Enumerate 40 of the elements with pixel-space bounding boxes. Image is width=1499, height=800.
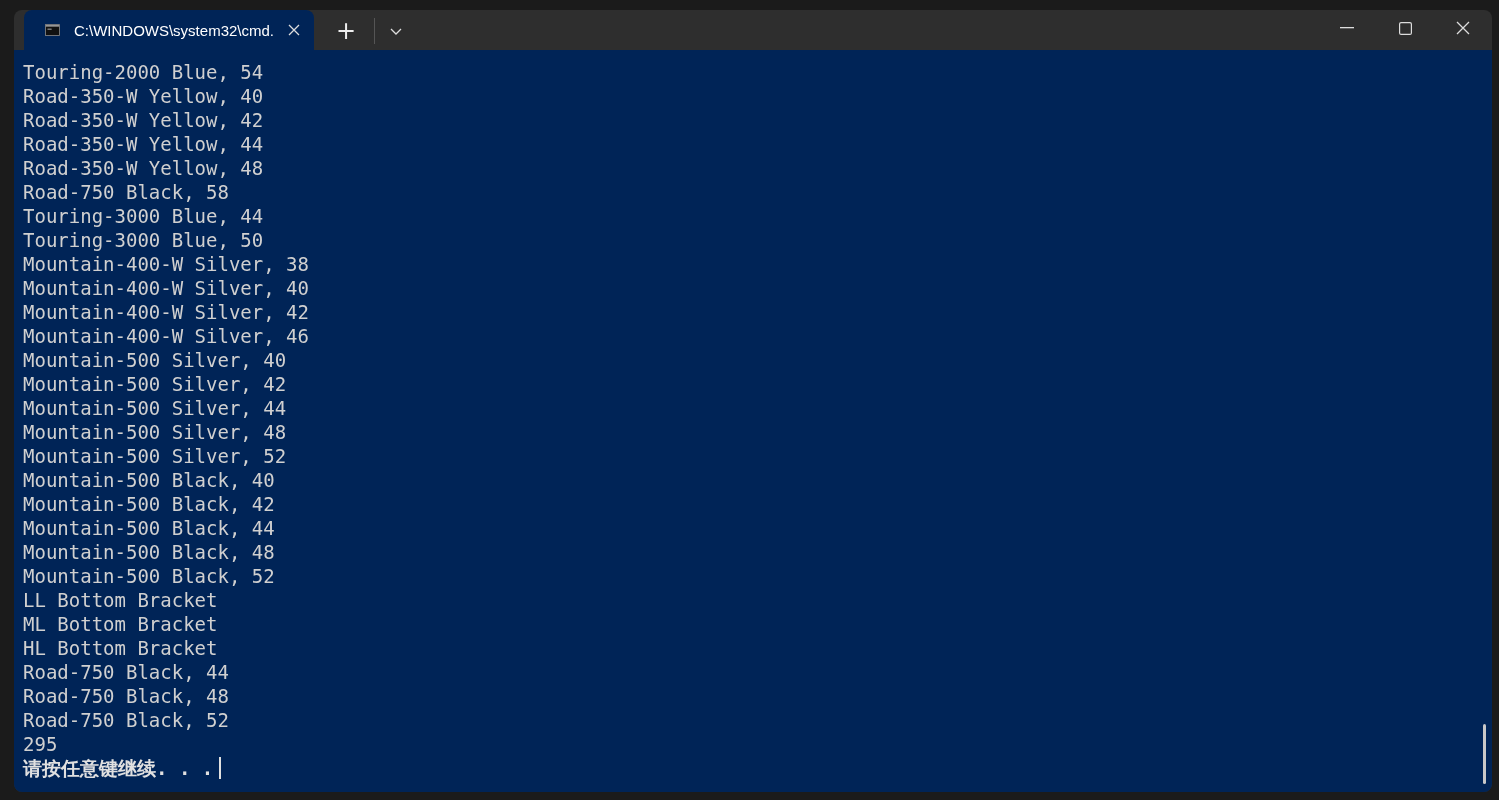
minimize-icon [1340,27,1354,29]
output-line: Touring-3000 Blue, 44 [23,204,264,228]
terminal-icon [45,23,60,37]
output-line: Road-350-W Yellow, 48 [23,156,264,180]
output-line: Mountain-400-W Silver, 38 [23,252,309,276]
output-line: Mountain-400-W Silver, 40 [23,276,309,300]
output-line: LL Bottom Bracket [23,588,218,612]
output-line: Mountain-500 Black, 40 [23,468,275,492]
output-line: 295 [23,732,58,756]
prompt-text: 请按任意键继续. . . [23,756,214,780]
terminal-tab[interactable]: C:\WINDOWS\system32\cmd. [24,10,314,50]
close-tab-button[interactable] [288,24,300,36]
output-line: Road-750 Black, 48 [23,684,229,708]
output-line: Mountain-500 Black, 44 [23,516,275,540]
output-line: Mountain-500 Silver, 42 [23,372,287,396]
output-line: Mountain-400-W Silver, 46 [23,324,309,348]
chevron-down-icon [390,27,402,35]
maximize-icon [1398,21,1412,35]
output-line: Mountain-500 Black, 42 [23,492,275,516]
output-line: HL Bottom Bracket [23,636,218,660]
text-cursor [219,757,221,779]
output-line: Mountain-500 Black, 48 [23,540,275,564]
output-line: Road-350-W Yellow, 42 [23,108,264,132]
output-line: Road-350-W Yellow, 44 [23,132,264,156]
close-icon [1456,21,1470,35]
scrollbar-thumb[interactable] [1483,724,1486,784]
output-line: Road-750 Black, 52 [23,708,229,732]
output-line: Road-350-W Yellow, 40 [23,84,264,108]
new-tab-button[interactable]: + [324,14,368,48]
output-line: ML Bottom Bracket [23,612,218,636]
output-line: Mountain-400-W Silver, 42 [23,300,309,324]
output-line: Mountain-500 Silver, 48 [23,420,287,444]
output-line: Touring-2000 Blue, 54 [23,60,264,84]
output-line: Mountain-500 Silver, 40 [23,348,287,372]
output-line: Mountain-500 Silver, 52 [23,444,287,468]
output-line: Mountain-500 Silver, 44 [23,396,287,420]
output-line: Road-750 Black, 44 [23,660,229,684]
output-line: Touring-3000 Blue, 50 [23,228,264,252]
output-line: Mountain-500 Black, 52 [23,564,275,588]
output-line: Road-750 Black, 58 [23,180,229,204]
